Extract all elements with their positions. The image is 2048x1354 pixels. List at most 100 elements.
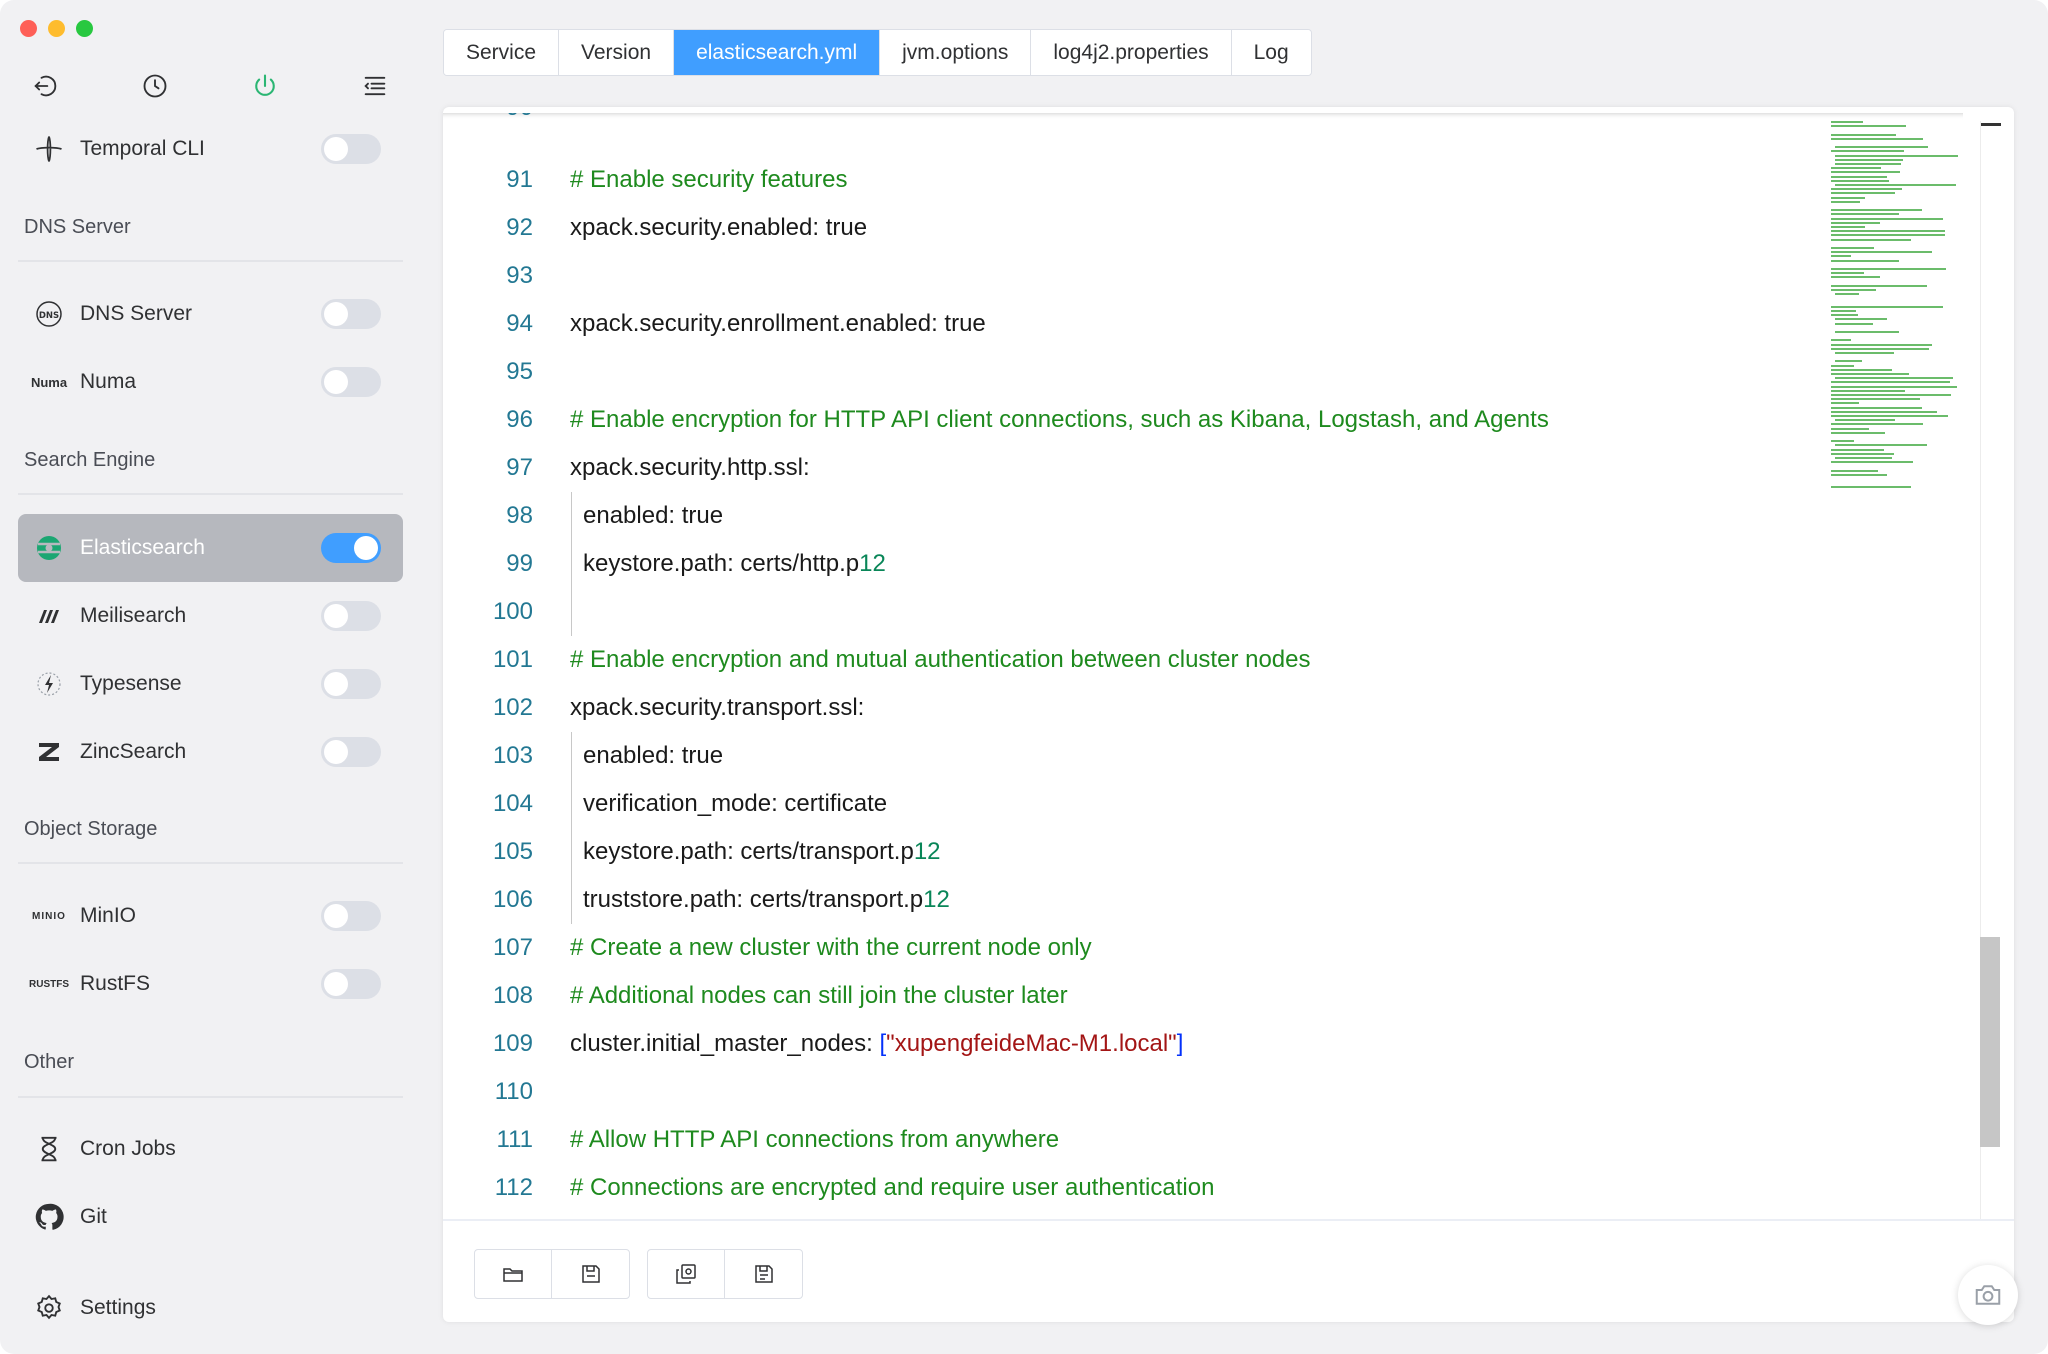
line-number: 104 <box>492 790 533 817</box>
code-line: 101 # Enable encryption and mutual authe… <box>443 636 1823 684</box>
code-text: keystore.path: certs/http.p12 <box>583 550 886 577</box>
sidebar-item-minio[interactable]: MINIO MinIO <box>18 882 403 950</box>
tab-jvm-options[interactable]: jvm.options <box>880 30 1032 75</box>
copy-icon[interactable] <box>648 1250 725 1298</box>
minimap-line <box>1835 331 1899 333</box>
code-editor[interactable]: 90 91 # Enable security features 92 xpac… <box>443 113 2014 1223</box>
minimap-line <box>1831 175 1887 178</box>
elasticsearch-toggle[interactable] <box>321 533 381 563</box>
minimap-line <box>1831 402 1859 405</box>
code-line: 96 # Enable encryption for HTTP API clie… <box>443 396 1823 444</box>
sidebar: Temporal CLI DNS Server DNS DNS Server N… <box>0 0 420 1354</box>
sidebar-item-zincsearch[interactable]: ZincSearch <box>18 718 403 786</box>
temporal-icon <box>18 134 80 164</box>
minimap-line <box>1831 238 1911 241</box>
editor-minimap[interactable] <box>1831 121 1971 501</box>
svg-text:DNS: DNS <box>39 311 59 321</box>
minimap-line <box>1831 469 1878 472</box>
code-text: keystore.path: certs/transport.p12 <box>583 838 941 865</box>
minimap-line <box>1831 171 1900 174</box>
line-number: 111 <box>496 1126 533 1153</box>
sidebar-item-dns-server[interactable]: DNS DNS Server <box>18 280 403 348</box>
minimap-line <box>1831 381 1950 384</box>
sidebar-item-elasticsearch[interactable]: Elasticsearch <box>18 514 403 582</box>
minimap-line <box>1831 448 1884 451</box>
line-number: 109 <box>492 1030 533 1057</box>
minimap-line <box>1835 377 1953 380</box>
typesense-icon <box>18 669 80 699</box>
minimap-line <box>1831 192 1895 195</box>
code-line: 98 enabled: true <box>443 492 1823 540</box>
minimap-line <box>1831 339 1851 342</box>
tab-version[interactable]: Version <box>559 30 675 75</box>
code-line: 90 <box>443 113 1823 132</box>
minimap-line <box>1831 247 1874 249</box>
sidebar-item-temporal-cli[interactable]: Temporal CLI <box>18 115 403 183</box>
line-number: 102 <box>492 694 533 721</box>
line-number: 98 <box>506 502 533 529</box>
minimap-line <box>1831 276 1880 279</box>
minimap-line <box>1831 385 1957 388</box>
zincsearch-icon <box>18 737 80 767</box>
minimap-line <box>1831 415 1948 417</box>
minimap-line <box>1835 419 1895 422</box>
sidebar-item-git[interactable]: Git <box>18 1183 403 1251</box>
minimap-line <box>1835 352 1894 354</box>
line-number: 101 <box>492 646 533 673</box>
code-line: 104 verification_mode: certificate <box>443 780 1823 828</box>
minimap-line <box>1831 394 1951 396</box>
zincsearch-toggle[interactable] <box>321 737 381 767</box>
minimap-line <box>1831 440 1854 443</box>
dns-icon: DNS <box>18 299 80 329</box>
code-text: # Enable encryption and mutual authentic… <box>570 646 1311 673</box>
editor-panel: 90 91 # Enable security features 92 xpac… <box>443 107 2014 1322</box>
power-icon[interactable] <box>244 68 286 104</box>
line-number: 99 <box>506 550 533 577</box>
minimap-line <box>1831 234 1945 237</box>
minimap-line <box>1831 364 1854 367</box>
code-line: 92 xpack.security.enabled: true <box>443 204 1823 252</box>
camera-icon[interactable] <box>1958 1265 2018 1325</box>
code-line: 109 cluster.initial_master_nodes: ["xupe… <box>443 1020 1823 1068</box>
github-icon <box>18 1202 80 1232</box>
sidebar-item-label: Git <box>80 1205 107 1228</box>
code-text: xpack.security.enrollment.enabled: true <box>570 310 986 337</box>
sidebar-item-cron-jobs[interactable]: Cron Jobs <box>18 1115 403 1183</box>
sidebar-item-label: Temporal CLI <box>80 137 205 160</box>
minio-icon: MINIO <box>32 910 66 922</box>
save-icon[interactable] <box>552 1250 629 1298</box>
tab-log4j2-properties[interactable]: log4j2.properties <box>1031 30 1232 75</box>
minimap-line <box>1831 427 1869 430</box>
tab-log[interactable]: Log <box>1231 30 1311 75</box>
sidebar-item-settings[interactable]: Settings <box>18 1274 403 1342</box>
dns-server-toggle[interactable] <box>321 299 381 329</box>
typesense-toggle[interactable] <box>321 669 381 699</box>
back-icon[interactable] <box>24 68 66 104</box>
minimap-line <box>1831 289 1876 291</box>
group-label-other: Other <box>24 1051 75 1073</box>
editor-footer <box>443 1219 2014 1322</box>
line-number: 90 <box>443 113 533 122</box>
vertical-scrollbar[interactable] <box>1980 937 2000 1147</box>
folder-open-icon[interactable] <box>475 1250 552 1298</box>
minio-toggle[interactable] <box>321 901 381 931</box>
save-as-icon[interactable] <box>725 1250 802 1298</box>
sidebar-item-meilisearch[interactable]: Meilisearch <box>18 582 403 650</box>
sidebar-item-typesense[interactable]: Typesense <box>18 650 403 718</box>
menu-collapse-icon[interactable] <box>354 68 396 104</box>
minimap-line <box>1831 406 1922 409</box>
code-line: 97 xpack.security.http.ssl: <box>443 444 1823 492</box>
rustfs-toggle[interactable] <box>321 969 381 999</box>
tab-service[interactable]: Service <box>444 30 560 75</box>
sidebar-item-numa[interactable]: Numa Numa <box>18 348 403 416</box>
meilisearch-icon <box>18 601 80 631</box>
code-text: cluster.initial_master_nodes: ["xupengfe… <box>570 1030 1184 1057</box>
sidebar-item-rustfs[interactable]: RUSTFS RustFS <box>18 950 403 1018</box>
line-number: 106 <box>492 886 533 913</box>
tab-elasticsearch-yml[interactable]: elasticsearch.yml <box>674 30 881 75</box>
sidebar-item-label: DNS Server <box>80 302 193 325</box>
numa-toggle[interactable] <box>321 367 381 397</box>
temporal-cli-toggle[interactable] <box>321 134 381 164</box>
meilisearch-toggle[interactable] <box>321 601 381 631</box>
clock-icon[interactable] <box>134 68 176 104</box>
